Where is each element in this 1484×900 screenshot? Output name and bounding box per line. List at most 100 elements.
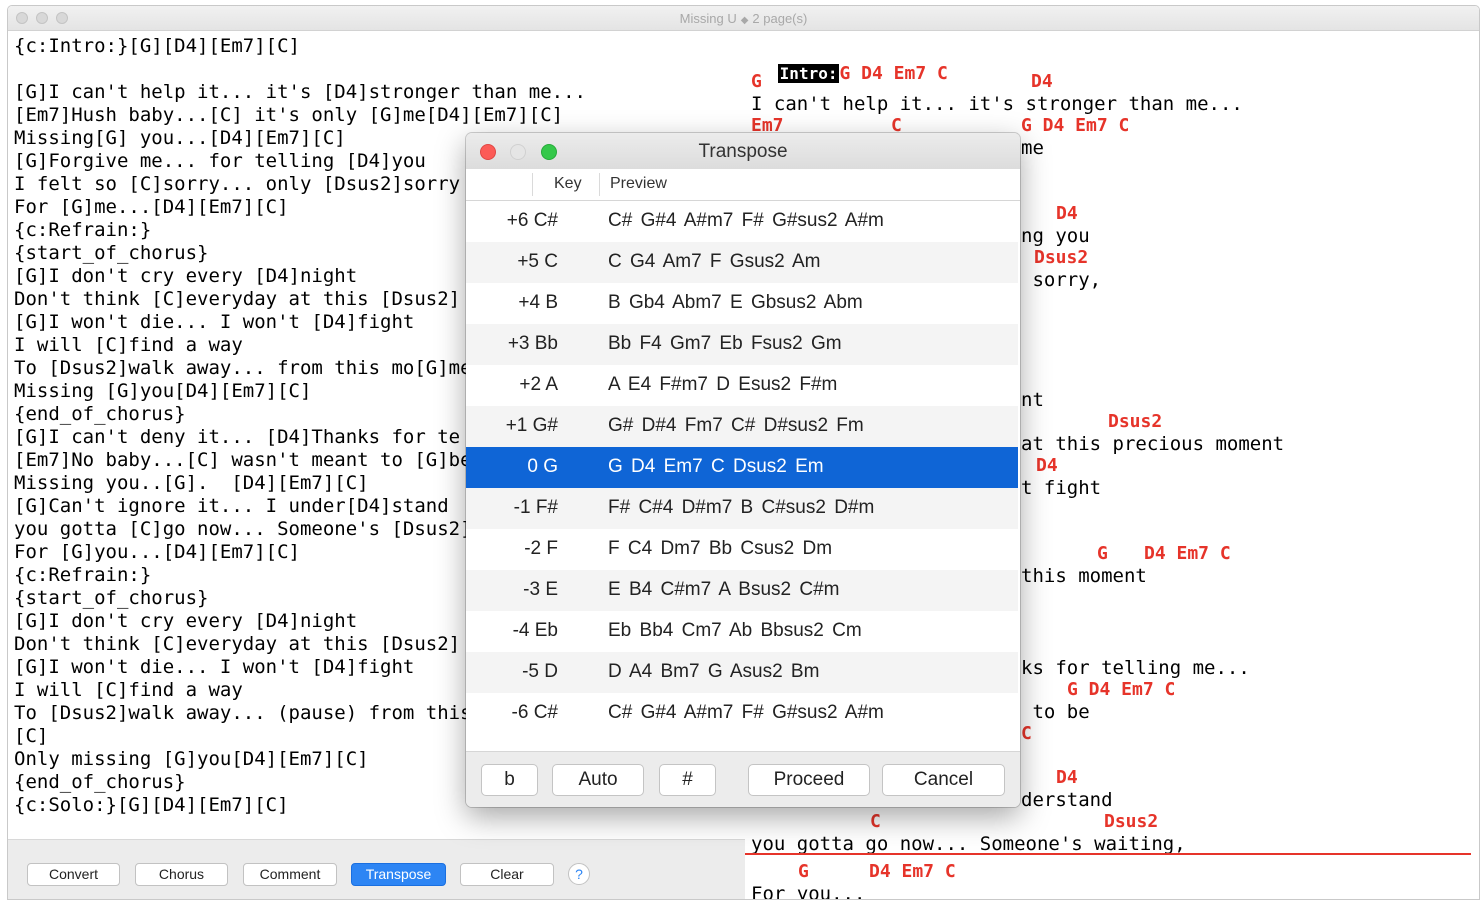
source-line: For [G]you...[D4][Em7][C]: [14, 541, 300, 563]
source-line: {start_of_chorus}: [14, 242, 209, 264]
comment-button[interactable]: Comment: [243, 863, 337, 886]
dialog-titlebar: Transpose: [466, 133, 1020, 170]
preview-lyric: this moment: [1021, 565, 1147, 587]
bottom-toolbar: Convert Chorus Comment Transpose Clear: [8, 839, 745, 899]
source-line: {start_of_chorus}: [14, 587, 209, 609]
convert-button[interactable]: Convert: [27, 863, 120, 886]
preview-lyric: me: [1021, 137, 1044, 159]
row-key: 0 G: [527, 456, 558, 477]
clear-button[interactable]: Clear: [460, 863, 554, 886]
dot-separator: ◆: [740, 15, 749, 26]
preview-column-header[interactable]: Preview: [610, 175, 667, 193]
row-preview: G D4 Em7 C Dsus2 Em: [608, 456, 824, 477]
row-preview: Eb Bb4 Cm7 Ab Bbsus2 Cm: [608, 620, 862, 641]
dialog-footer: b Auto # Proceed Cancel: [466, 751, 1020, 807]
intro-label: Intro:: [777, 64, 840, 83]
source-line: [G]I don't cry every [D4]night: [14, 265, 358, 287]
source-line: Don't think [C]everyday at this [Dsus2]: [14, 288, 461, 310]
page-count: 2 page(s): [752, 11, 808, 26]
page-break-line: [745, 853, 1471, 855]
source-line: I felt so [C]sorry... only [Dsus2]sorry: [14, 173, 461, 195]
preview-chord: Dsus2: [1034, 247, 1089, 268]
row-key: -5 D: [522, 661, 558, 682]
source-line: [G]Forgive me... for telling [D4]you: [14, 150, 426, 172]
preview-chord: D4 Em7 C: [1144, 543, 1231, 564]
table-header: Key Preview: [466, 169, 1020, 201]
preview-chord: D4: [1036, 455, 1058, 476]
row-key: +5 C: [517, 251, 558, 272]
preview-lyric: derstand: [1021, 789, 1113, 811]
cancel-button[interactable]: Cancel: [882, 764, 1005, 796]
preview-lyric: ks for telling me...: [1021, 657, 1250, 679]
preview-lyric: sorry,: [1021, 269, 1102, 291]
table-row[interactable]: -4 Eb Eb Bb4 Cm7 Ab Bbsus2 Cm: [466, 611, 1018, 652]
table-row[interactable]: -6 C# C# G#4 A#m7 F# G#sus2 A#m: [466, 693, 1018, 734]
row-preview: D A4 Bm7 G Asus2 Bm: [608, 661, 820, 682]
table-row[interactable]: +4 B B Gb4 Abm7 E Gbsus2 Abm: [466, 283, 1018, 324]
table-row-selected[interactable]: 0 G G D4 Em7 C Dsus2 Em: [466, 447, 1018, 488]
source-line: [G]I don't cry every [D4]night: [14, 610, 358, 632]
sharp-button[interactable]: #: [659, 764, 716, 796]
table-row[interactable]: -1 F# F# C#4 D#m7 B C#sus2 D#m: [466, 488, 1018, 529]
row-preview: C# G#4 A#m7 F# G#sus2 A#m: [608, 210, 884, 231]
intro-chords: G D4 Em7 C: [839, 63, 948, 84]
preview-chord: G D4 Em7 C: [1021, 115, 1130, 136]
row-key: +3 Bb: [507, 333, 558, 354]
dialog-title: Transpose: [698, 141, 788, 162]
preview-lyric: you gotta go now... Someone's waiting,: [751, 833, 1186, 855]
transpose-button[interactable]: Transpose: [351, 863, 446, 886]
key-column-header[interactable]: Key: [554, 175, 582, 193]
auto-button[interactable]: Auto: [552, 764, 644, 796]
transpose-dialog: Transpose Key Preview +6 C# C# G#4 A#m7 F…: [466, 133, 1020, 807]
transpose-table: Key Preview +6 C# C# G#4 A#m7 F# G#sus2 A…: [466, 169, 1020, 751]
row-preview: F C4 Dm7 Bb Csus2 Dm: [608, 538, 833, 559]
table-row[interactable]: +6 C# C# G#4 A#m7 F# G#sus2 A#m: [466, 201, 1018, 242]
row-key: +6 C#: [506, 210, 558, 231]
preview-chord: G: [1097, 543, 1108, 564]
preview-lyric: I can't help it... it's stronger than me…: [751, 93, 1243, 115]
table-row[interactable]: +1 G# G# D#4 Fm7 C# D#sus2 Fm: [466, 406, 1018, 447]
proceed-button[interactable]: Proceed: [748, 764, 870, 796]
table-row[interactable]: -2 F F C4 Dm7 Bb Csus2 Dm: [466, 529, 1018, 570]
source-line: [G]I won't die... I won't [D4]fight: [14, 656, 415, 678]
row-preview: G# D#4 Fm7 C# D#sus2 Fm: [608, 415, 864, 436]
source-line: you gotta [C]go now... Someone's [Dsus2]: [14, 518, 472, 540]
row-key: -3 E: [523, 579, 558, 600]
row-preview: C G4 Am7 F Gsus2 Am: [608, 251, 821, 272]
row-key: +4 B: [518, 292, 558, 313]
row-preview: F# C#4 D#m7 B C#sus2 D#m: [608, 497, 875, 518]
table-row[interactable]: +2 A A E4 F#m7 D Esus2 F#m: [466, 365, 1018, 406]
source-line: {end_of_chorus}: [14, 403, 186, 425]
row-key: -6 C#: [511, 702, 558, 723]
source-line: [G]I can't help it... it's [D4]stronger …: [14, 81, 586, 103]
source-line: [G]I won't die... I won't [D4]fight: [14, 311, 415, 333]
help-button[interactable]: ?: [568, 863, 590, 885]
preview-lyric: t fight: [1021, 477, 1102, 499]
preview-chord: G D4 Em7 C: [1067, 679, 1176, 700]
preview-chord: G: [798, 861, 809, 882]
source-line: Missing you..[G]. [D4][Em7][C]: [14, 472, 369, 494]
flat-button[interactable]: b: [481, 764, 538, 796]
row-key: -4 Eb: [512, 620, 558, 641]
row-preview: Bb F4 Gm7 Eb Fsus2 Gm: [608, 333, 842, 354]
source-line: {c:Refrain:}: [14, 219, 152, 241]
preview-lyric: at this precious moment: [1021, 433, 1285, 455]
preview-chord: Dsus2: [1104, 811, 1159, 832]
preview-lyric: ng you: [1021, 225, 1090, 247]
table-row[interactable]: -3 E E B4 C#m7 A Bsus2 C#m: [466, 570, 1018, 611]
source-line: Don't think [C]everyday at this [Dsus2]: [14, 633, 461, 655]
table-row[interactable]: +5 C C G4 Am7 F Gsus2 Am: [466, 242, 1018, 283]
source-line: [C]: [14, 725, 49, 747]
window-titlebar: Missing U ◆ 2 page(s): [8, 6, 1479, 31]
source-line: [Em7]No baby...[C] wasn't meant to [G]be: [14, 449, 472, 471]
table-row[interactable]: -5 D D A4 Bm7 G Asus2 Bm: [466, 652, 1018, 693]
source-line: Missing[G] you...[D4][Em7][C]: [14, 127, 346, 149]
chorus-button[interactable]: Chorus: [135, 863, 228, 886]
row-key: +2 A: [519, 374, 558, 395]
source-line: [G]Can't ignore it... I under[D4]stand: [14, 495, 449, 517]
row-key: -2 F: [524, 538, 558, 559]
column-divider: [532, 173, 533, 196]
table-row[interactable]: +3 Bb Bb F4 Gm7 Eb Fsus2 Gm: [466, 324, 1018, 365]
source-line: I will [C]find a way: [14, 679, 243, 701]
source-line: [G]I can't deny it... [D4]Thanks for te: [14, 426, 461, 448]
